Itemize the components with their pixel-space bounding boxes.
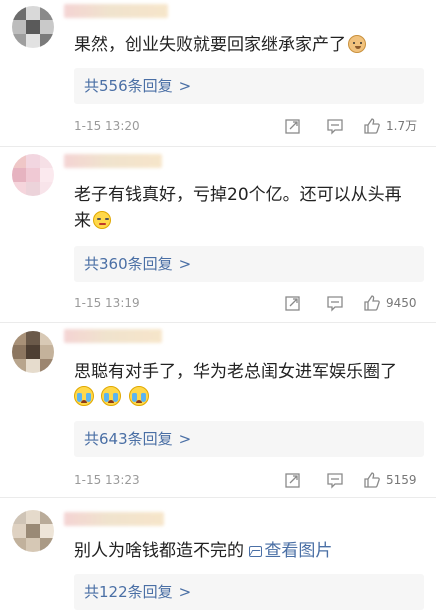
chevron-right-icon: >	[178, 430, 192, 448]
comment-meta: 1-15 13:23 5159	[74, 471, 424, 489]
comment-icon[interactable]	[326, 471, 344, 489]
comment-text-content: 思聪有对手了，华为老总闺女进军娱乐圈了	[74, 362, 397, 382]
comment-text: 果然，创业失败就要回家继承家产了	[74, 32, 424, 58]
reply-count-button[interactable]: 共360条回复 >	[74, 246, 424, 282]
comment-meta: 1-15 13:19 9450	[74, 294, 424, 312]
crying-face-emoji	[101, 386, 122, 406]
comment-text-line: 老子有钱真好，亏掉20个亿。还可以从头再	[74, 185, 402, 205]
share-icon[interactable]	[284, 117, 302, 135]
divider	[0, 146, 436, 147]
view-image-label: 查看图片	[264, 541, 333, 561]
smiling-face-emoji	[93, 211, 111, 229]
comment-text: 别人为啥钱都造不完的 查看图片	[74, 538, 424, 564]
reply-count-button[interactable]: 共122条回复 >	[74, 574, 424, 610]
chevron-right-icon: >	[178, 77, 192, 95]
comment-text-line: 来	[74, 211, 91, 231]
thumbs-up-icon[interactable]	[363, 117, 381, 135]
comment-item: 思聪有对手了，华为老总闺女进军娱乐圈了 共643条回复 > 1-15 13:23 …	[0, 325, 436, 500]
like-count: 9450	[386, 296, 417, 310]
timestamp: 1-15 13:23	[74, 473, 140, 487]
image-icon	[249, 546, 263, 557]
thumbs-up-icon[interactable]	[363, 294, 381, 312]
comment-text-content: 别人为啥钱都造不完的	[74, 541, 244, 561]
chevron-right-icon: >	[178, 255, 192, 273]
reply-count-label: 共643条回复	[84, 430, 173, 448]
reply-count-label: 共556条回复	[84, 77, 173, 95]
username-blurred[interactable]	[64, 154, 162, 168]
comment-text: 思聪有对手了，华为老总闺女进军娱乐圈了	[74, 359, 424, 411]
like-count: 5159	[386, 473, 417, 487]
comment-icon[interactable]	[326, 294, 344, 312]
dog-face-emoji	[348, 35, 366, 53]
username-blurred[interactable]	[64, 4, 168, 18]
comment-icon[interactable]	[326, 117, 344, 135]
comment-item: 果然，创业失败就要回家继承家产了 共556条回复 > 1-15 13:20 1.7…	[0, 0, 436, 150]
avatar[interactable]	[12, 6, 54, 48]
reply-count-label: 共360条回复	[84, 255, 173, 273]
share-icon[interactable]	[284, 294, 302, 312]
username-blurred[interactable]	[64, 512, 164, 526]
comment-meta: 1-15 13:20 1.7万	[74, 117, 424, 135]
reply-count-label: 共122条回复	[84, 583, 173, 601]
divider	[0, 322, 436, 323]
view-image-link[interactable]: 查看图片	[249, 541, 332, 561]
username-blurred[interactable]	[64, 329, 162, 343]
share-icon[interactable]	[284, 471, 302, 489]
divider	[0, 497, 436, 498]
avatar[interactable]	[12, 154, 54, 196]
avatar[interactable]	[12, 331, 54, 373]
chevron-right-icon: >	[178, 583, 192, 601]
comment-item: 老子有钱真好，亏掉20个亿。还可以从头再 来 共360条回复 > 1-15 13:…	[0, 150, 436, 325]
like-count: 1.7万	[386, 119, 418, 133]
comment-text-content: 果然，创业失败就要回家继承家产了	[74, 35, 346, 55]
crying-face-emoji	[128, 386, 149, 406]
avatar[interactable]	[12, 510, 54, 552]
timestamp: 1-15 13:20	[74, 119, 140, 133]
crying-face-emoji	[74, 386, 94, 406]
reply-count-button[interactable]: 共556条回复 >	[74, 68, 424, 104]
comment-item: 别人为啥钱都造不完的 查看图片 共122条回复 >	[0, 500, 436, 610]
timestamp: 1-15 13:19	[74, 296, 140, 310]
thumbs-up-icon[interactable]	[363, 471, 381, 489]
reply-count-button[interactable]: 共643条回复 >	[74, 421, 424, 457]
comment-text: 老子有钱真好，亏掉20个亿。还可以从头再 来	[74, 182, 424, 234]
